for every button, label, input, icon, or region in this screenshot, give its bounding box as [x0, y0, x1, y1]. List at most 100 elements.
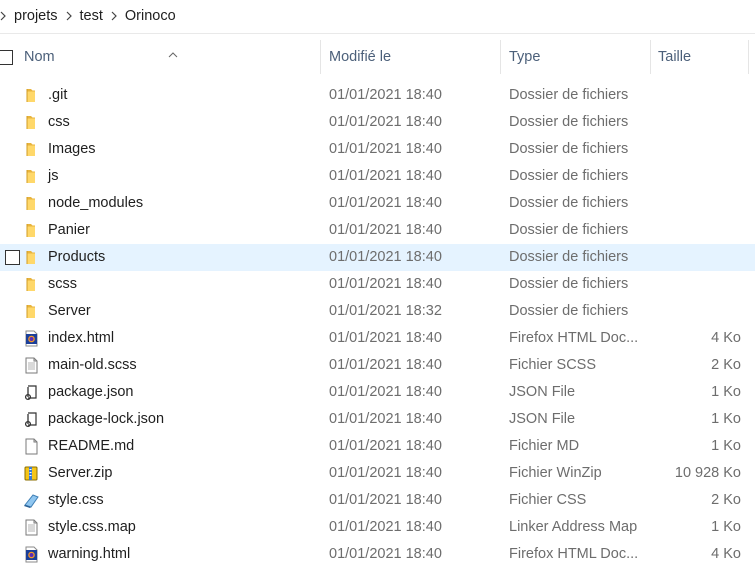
file-type: Dossier de fichiers: [509, 195, 629, 211]
file-name: css: [48, 114, 70, 130]
file-size: 1 Ko: [711, 438, 741, 454]
file-type: Fichier WinZip: [509, 465, 602, 481]
file-row[interactable]: warning.html 01/01/2021 18:40 Firefox HTML…: [0, 541, 755, 568]
breadcrumb-item-orinoco[interactable]: Orinoco: [121, 8, 180, 24]
file-type: Fichier CSS: [509, 492, 587, 508]
file-row[interactable]: scss 01/01/2021 18:40 Dossier de fichiers: [0, 271, 755, 298]
file-modified-date: 01/01/2021 18:40: [329, 87, 442, 103]
column-header-size[interactable]: Taille: [651, 40, 747, 74]
file-name: Panier: [48, 222, 90, 238]
breadcrumb-item-projets[interactable]: projets: [10, 8, 62, 24]
file-row[interactable]: Images 01/01/2021 18:40 Dossier de fichier…: [0, 136, 755, 163]
file-row[interactable]: css 01/01/2021 18:40 Dossier de fichiers: [0, 109, 755, 136]
column-header-type[interactable]: Type: [501, 40, 649, 74]
file-modified-date: 01/01/2021 18:40: [329, 141, 442, 157]
column-header-name[interactable]: Nom: [18, 40, 324, 74]
file-modified-date: 01/01/2021 18:40: [329, 438, 442, 454]
column-header-type-label: Type: [509, 49, 541, 65]
file-name: style.css.map: [48, 519, 136, 535]
file-row[interactable]: index.html 01/01/2021 18:40 Firefox HTML D…: [0, 325, 755, 352]
file-type: Dossier de fichiers: [509, 303, 629, 319]
file-row[interactable]: style.css.map 01/01/2021 18:40 Linker Addr…: [0, 514, 755, 541]
css-file-icon: [23, 492, 40, 509]
file-modified-date: 01/01/2021 18:40: [329, 546, 442, 562]
file-row[interactable]: js 01/01/2021 18:40 Dossier de fichiers: [0, 163, 755, 190]
chevron-right-icon[interactable]: [62, 11, 76, 21]
folder-icon: [23, 276, 40, 293]
folder-icon: [23, 222, 40, 239]
winzip-icon: [23, 465, 40, 482]
file-type: Firefox HTML Doc...: [509, 330, 639, 346]
file-name: .git: [48, 87, 68, 103]
folder-icon: [23, 87, 40, 104]
file-name: Products: [48, 249, 106, 265]
breadcrumb: projets test Orinoco: [0, 0, 755, 31]
breadcrumb-item-test[interactable]: test: [76, 8, 107, 24]
text-file-icon: [23, 357, 40, 374]
file-type: Fichier SCSS: [509, 357, 597, 373]
file-modified-date: 01/01/2021 18:32: [329, 303, 442, 319]
file-row[interactable]: .git 01/01/2021 18:40 Dossier de fichiers: [0, 82, 755, 109]
file-type: Linker Address Map: [509, 519, 638, 535]
file-size: 1 Ko: [711, 384, 741, 400]
folder-icon: [23, 141, 40, 158]
file-row[interactable]: README.md 01/01/2021 18:40 Fichier MD 1 Ko: [0, 433, 755, 460]
file-row[interactable]: style.css 01/01/2021 18:40 Fichier CSS 2 Ko: [0, 487, 755, 514]
file-size: 10 928 Ko: [674, 465, 741, 481]
column-header-bar: Nom Modifié le Type Taille: [0, 40, 755, 74]
column-header-modified-label: Modifié le: [329, 49, 392, 65]
column-header-modified[interactable]: Modifié le: [321, 40, 499, 74]
file-modified-date: 01/01/2021 18:40: [329, 195, 442, 211]
firefox-html-icon: [23, 546, 40, 563]
row-checkbox[interactable]: [5, 250, 20, 265]
file-type: Dossier de fichiers: [509, 141, 629, 157]
file-type: Fichier MD: [509, 438, 580, 454]
file-size: 4 Ko: [711, 546, 741, 562]
file-modified-date: 01/01/2021 18:40: [329, 249, 442, 265]
file-type: Dossier de fichiers: [509, 249, 629, 265]
select-all-checkbox[interactable]: [0, 50, 13, 65]
file-modified-date: 01/01/2021 18:40: [329, 411, 442, 427]
folder-icon: [23, 195, 40, 212]
column-header-name-label: Nom: [24, 49, 55, 65]
column-header-size-label: Taille: [658, 49, 692, 65]
file-name: scss: [48, 276, 77, 292]
file-row[interactable]: main-old.scss 01/01/2021 18:40 Fichier SCS…: [0, 352, 755, 379]
file-type: JSON File: [509, 384, 576, 400]
file-row[interactable]: Products 01/01/2021 18:40 Dossier de fichi…: [0, 244, 755, 271]
folder-icon: [23, 168, 40, 185]
file-name: Images: [48, 141, 96, 157]
file-modified-date: 01/01/2021 18:40: [329, 330, 442, 346]
file-type: Dossier de fichiers: [509, 87, 629, 103]
file-name: Server.zip: [48, 465, 113, 481]
file-type: JSON File: [509, 411, 576, 427]
file-name: warning.html: [48, 546, 131, 562]
file-type: Dossier de fichiers: [509, 222, 629, 238]
file-row[interactable]: package.json 01/01/2021 18:40 JSON File 1 K…: [0, 379, 755, 406]
file-name: index.html: [48, 330, 115, 346]
file-modified-date: 01/01/2021 18:40: [329, 222, 442, 238]
file-size: 2 Ko: [711, 357, 741, 373]
chevron-right-icon[interactable]: [0, 11, 8, 21]
file-modified-date: 01/01/2021 18:40: [329, 465, 442, 481]
file-type: Dossier de fichiers: [509, 168, 629, 184]
file-size: 1 Ko: [711, 411, 741, 427]
blank-file-icon: [23, 438, 40, 455]
folder-icon: [23, 114, 40, 131]
column-divider[interactable]: [748, 40, 749, 74]
divider: [0, 33, 755, 34]
chevron-right-icon[interactable]: [107, 11, 121, 21]
file-name: js: [48, 168, 59, 184]
file-modified-date: 01/01/2021 18:40: [329, 492, 442, 508]
file-row[interactable]: package-lock.json 01/01/2021 18:40 JSON Fi…: [0, 406, 755, 433]
file-row[interactable]: Panier 01/01/2021 18:40 Dossier de fichier…: [0, 217, 755, 244]
file-type: Firefox HTML Doc...: [509, 546, 639, 562]
file-size: 4 Ko: [711, 330, 741, 346]
file-row[interactable]: Server.zip 01/01/2021 18:40 Fichier WinZip…: [0, 460, 755, 487]
file-name: main-old.scss: [48, 357, 137, 373]
file-name: package.json: [48, 384, 134, 400]
file-name: package-lock.json: [48, 411, 165, 427]
file-row[interactable]: node_modules 01/01/2021 18:40 Dossier de f…: [0, 190, 755, 217]
file-modified-date: 01/01/2021 18:40: [329, 168, 442, 184]
file-row[interactable]: Server 01/01/2021 18:32 Dossier de fichier…: [0, 298, 755, 325]
